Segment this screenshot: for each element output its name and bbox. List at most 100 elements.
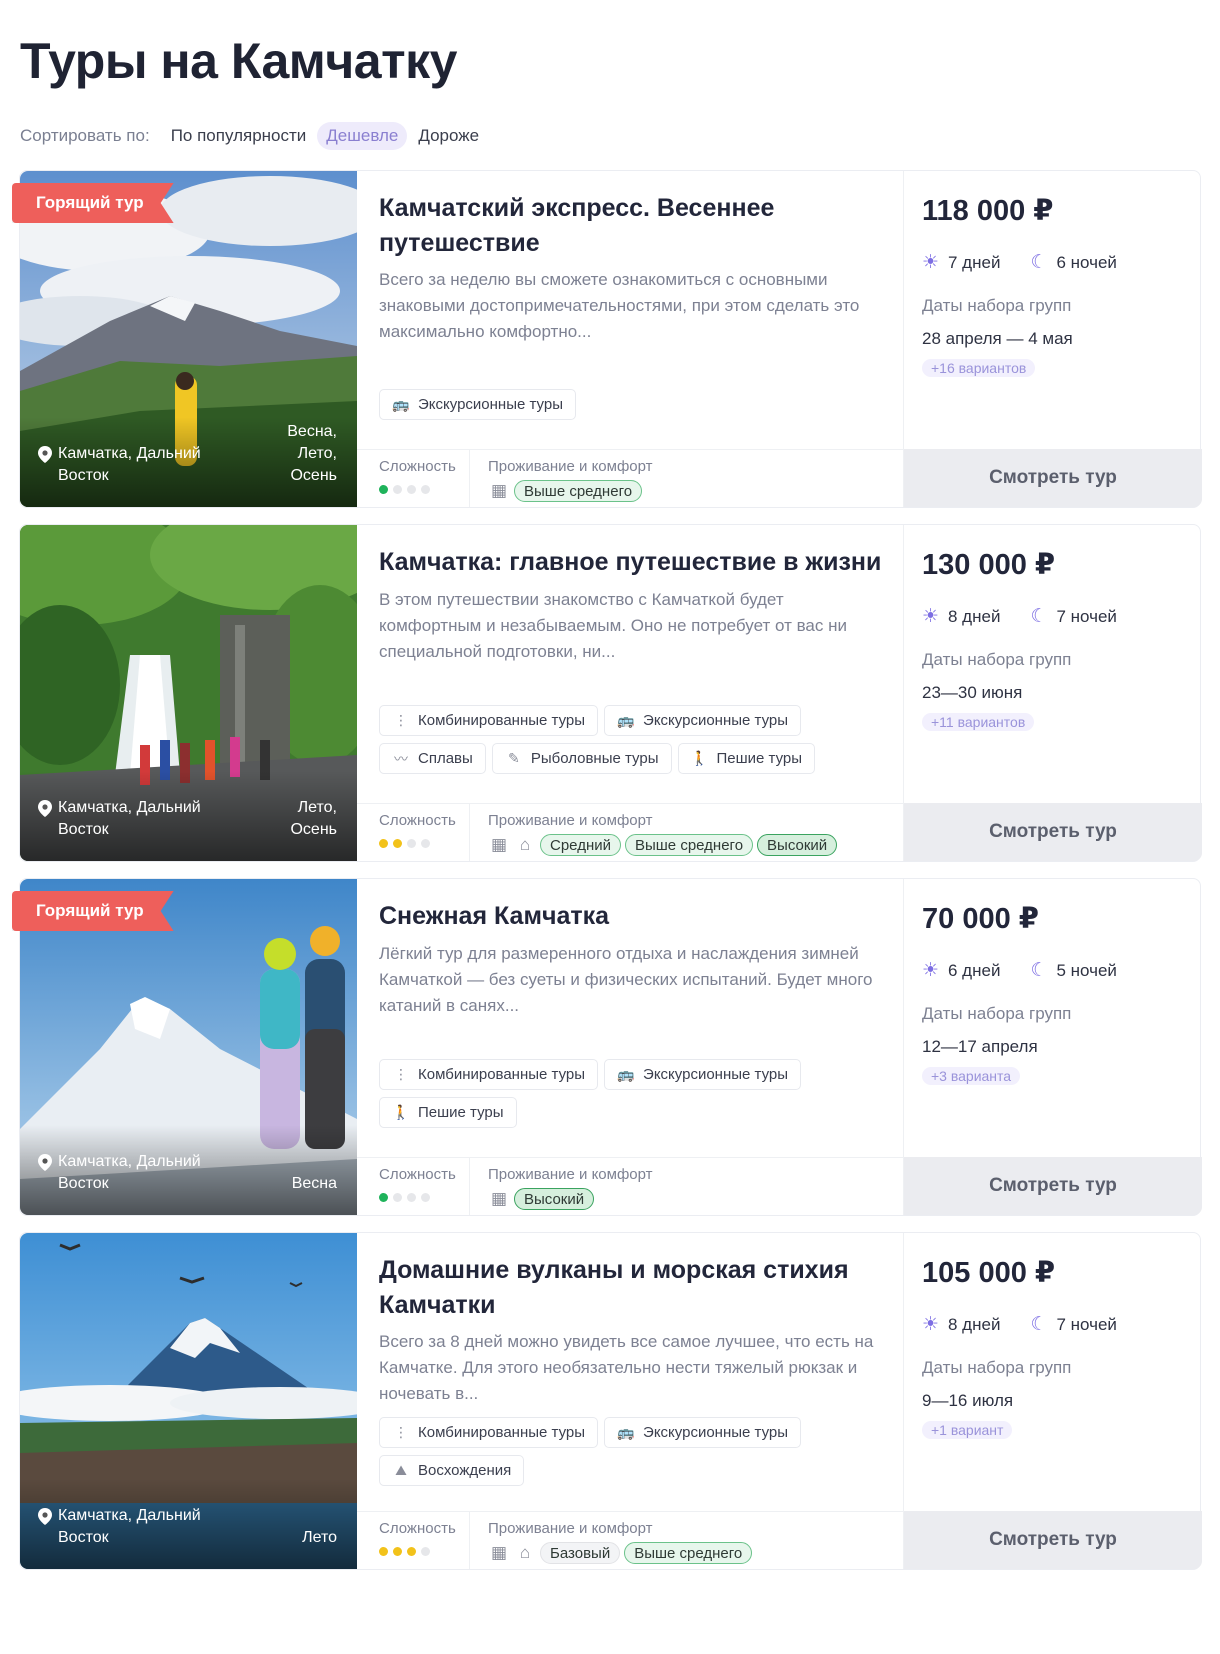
climbing-icon: ⛰ (395, 1462, 407, 1478)
tour-card[interactable]: Горящий тур Камчатка, Дальний Восток Вес… (12, 878, 1202, 1216)
comfort-pill: Выше среднего (514, 480, 643, 502)
comfort-pill: Высокий (514, 1188, 595, 1210)
tour-description: Всего за 8 дней можно увидеть все самое … (379, 1332, 874, 1403)
comfort-pill: Высокий (757, 834, 838, 856)
view-tour-button[interactable]: Смотреть тур (904, 449, 1202, 507)
tag-climbing[interactable]: ⛰ Восхождения (379, 1455, 525, 1486)
tour-seasons: Весна (291, 1175, 337, 1192)
moon-icon: ☾ (1030, 1314, 1048, 1335)
location-pin-icon (38, 1154, 58, 1195)
tour-description: Лёгкий тур для размеренного отдыха и нас… (379, 944, 873, 1015)
tag-excursion[interactable]: 🚌 Экскурсионные туры (604, 1059, 802, 1090)
hot-tour-badge: Горящий тур (12, 183, 174, 223)
building-icon: ▦ (490, 481, 508, 500)
tour-location: Камчатка, Дальний Восток (38, 1151, 218, 1195)
tag-hiking[interactable]: 🚶 Пешие туры (379, 1097, 517, 1128)
difficulty-label: Сложность (379, 1520, 456, 1537)
route-icon: ⋮ (394, 1424, 408, 1440)
comfort-pill: Выше среднего (624, 1542, 753, 1564)
house-icon: ⌂ (519, 1543, 531, 1562)
house-icon: ⌂ (519, 835, 531, 854)
tour-title[interactable]: Снежная Камчатка (379, 899, 889, 934)
view-tour-button[interactable]: Смотреть тур (904, 1511, 1202, 1569)
tour-duration: ☀ 8 дней ☾ 7 ночей (922, 606, 1117, 627)
tour-image[interactable]: Камчатка, Дальний Восток Лето, Осень (20, 525, 357, 861)
tag-fishing[interactable]: ✎ Рыболовные туры (491, 743, 672, 774)
dates-label: Даты набора групп (922, 296, 1072, 315)
tour-tags: ⋮ Комбинированные туры 🚌 Экскурсионные тур… (379, 1059, 889, 1129)
tour-duration: ☀ 8 дней ☾ 7 ночей (922, 1314, 1117, 1335)
page-title: Туры на Камчатку (20, 33, 457, 89)
tag-hiking[interactable]: 🚶 Пешие туры (677, 743, 816, 774)
difficulty-label: Сложность (379, 812, 456, 829)
view-tour-button[interactable]: Смотреть тур (904, 803, 1202, 861)
bus-icon: 🚌 (392, 396, 410, 412)
comfort-label: Проживание и комфорт (488, 458, 653, 475)
tour-dates: 28 апреля — 4 мая (922, 329, 1073, 348)
hiking-icon: 🚶 (690, 750, 709, 766)
tour-tags: ⋮ Комбинированные туры 🚌 Экскурсионные тур… (379, 1417, 889, 1487)
tour-card[interactable]: Горящий тур Камчатка, Дальний Восток Вес… (12, 170, 1202, 508)
moon-icon: ☾ (1030, 252, 1048, 273)
bus-icon: 🚌 (617, 1424, 635, 1440)
tour-price: 118 000 ₽ (922, 195, 1054, 227)
comfort-label: Проживание и комфорт (488, 1166, 653, 1183)
tag-excursion[interactable]: 🚌 Экскурсионные туры (379, 389, 576, 420)
sun-icon: ☀ (922, 960, 940, 981)
fishing-icon: ✎ (507, 750, 520, 766)
difficulty-indicator (379, 1193, 467, 1202)
building-icon: ▦ (490, 835, 508, 854)
tour-title[interactable]: Камчатский экспресс. Весеннее путешестви… (379, 191, 889, 261)
sort-expensive[interactable]: Дороже (409, 122, 488, 150)
tag-combined[interactable]: ⋮ Комбинированные туры (379, 1417, 599, 1448)
sort-popularity[interactable]: По популярности (162, 122, 316, 150)
tour-dates: 23—30 июня (922, 683, 1023, 702)
tag-combined[interactable]: ⋮ Комбинированные туры (379, 705, 599, 736)
tag-combined[interactable]: ⋮ Комбинированные туры (379, 1059, 599, 1090)
tour-location: Камчатка, Дальний Восток (38, 797, 218, 841)
sun-icon: ☀ (922, 252, 940, 273)
tour-location: Камчатка, Дальний Восток (38, 443, 218, 487)
tour-seasons: Лето, Осень (290, 799, 337, 838)
tour-seasons: Лето (302, 1529, 337, 1546)
hot-tour-badge: Горящий тур (12, 891, 174, 931)
difficulty-label: Сложность (379, 458, 456, 475)
tag-excursion[interactable]: 🚌 Экскурсионные туры (604, 1417, 802, 1448)
tour-title[interactable]: Камчатка: главное путешествие в жизни (379, 545, 889, 580)
moon-icon: ☾ (1030, 960, 1048, 981)
tour-seasons: Весна, Лето, Осень (287, 423, 337, 484)
tour-price: 105 000 ₽ (922, 1257, 1056, 1289)
sun-icon: ☀ (922, 1314, 940, 1335)
difficulty-indicator (379, 485, 467, 494)
tour-price: 70 000 ₽ (922, 903, 1039, 935)
route-icon: ⋮ (394, 1066, 408, 1082)
dates-label: Даты набора групп (922, 1358, 1072, 1377)
location-pin-icon (38, 1508, 58, 1549)
building-icon: ▦ (490, 1543, 508, 1562)
sort-cheaper[interactable]: Дешевле (317, 122, 408, 150)
tour-card[interactable]: Камчатка, Дальний Восток Лето, Осень Кам… (19, 524, 1202, 862)
hiking-icon: 🚶 (392, 1104, 410, 1120)
tour-duration: ☀ 7 дней ☾ 6 ночей (922, 252, 1117, 273)
date-variants[interactable]: +11 вариантов (922, 713, 1035, 731)
date-variants[interactable]: +1 вариант (922, 1421, 1013, 1439)
tour-card[interactable]: Камчатка, Дальний Восток Лето Домашние в… (19, 1232, 1202, 1570)
tour-tags: 🚌 Экскурсионные туры (379, 389, 889, 421)
location-pin-icon (38, 800, 58, 841)
tour-dates: 9—16 июля (922, 1391, 1014, 1410)
tag-rafting[interactable]: 〰 Сплавы (379, 743, 486, 774)
tour-title[interactable]: Домашние вулканы и морская стихия Камчат… (379, 1253, 889, 1323)
difficulty-indicator (379, 839, 467, 848)
tag-excursion[interactable]: 🚌 Экскурсионные туры (604, 705, 802, 736)
view-tour-button[interactable]: Смотреть тур (904, 1157, 1202, 1215)
sort-bar: Сортировать по: По популярности Дешевле … (20, 121, 490, 151)
dates-label: Даты набора групп (922, 650, 1072, 669)
bus-icon: 🚌 (617, 1066, 635, 1082)
dates-label: Даты набора групп (922, 1004, 1072, 1023)
bus-icon: 🚌 (617, 712, 635, 728)
date-variants[interactable]: +16 вариантов (922, 359, 1036, 377)
tour-image[interactable]: Камчатка, Дальний Восток Лето (20, 1233, 357, 1569)
tour-duration: ☀ 6 дней ☾ 5 ночей (922, 960, 1117, 981)
difficulty-indicator (379, 1547, 467, 1556)
date-variants[interactable]: +3 варианта (922, 1067, 1021, 1085)
